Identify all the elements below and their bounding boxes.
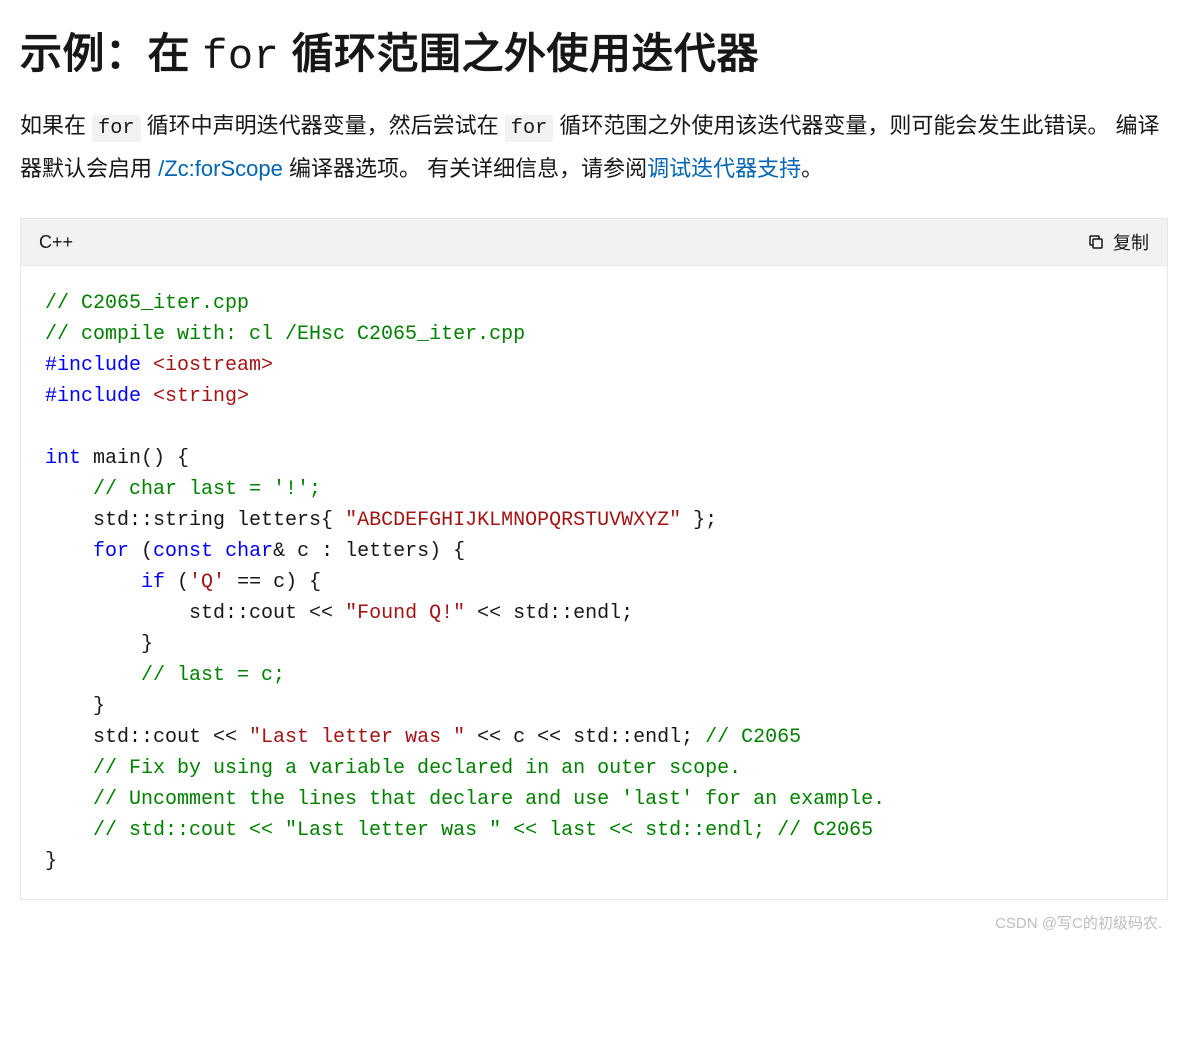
code-header: C++ 复制 (21, 219, 1167, 266)
link-debug-iterator-support[interactable]: 调试迭代器支持 (647, 156, 801, 181)
code-block: C++ 复制 // C2065_iter.cpp // compile with… (20, 218, 1168, 900)
title-prefix: 示例：在 (20, 30, 202, 77)
copy-icon (1087, 233, 1105, 251)
title-suffix: 循环范围之外使用迭代器 (279, 30, 759, 77)
watermark: CSDN @写C的初级码农. (20, 912, 1168, 933)
inline-code-for-2: for (505, 115, 553, 142)
inline-code-for-1: for (92, 115, 140, 142)
code-content: // C2065_iter.cpp // compile with: cl /E… (21, 266, 1167, 899)
title-code: for (202, 33, 279, 81)
description-paragraph: 如果在 for 循环中声明迭代器变量，然后尝试在 for 循环范围之外使用该迭代… (20, 105, 1168, 190)
code-language-label: C++ (39, 232, 73, 253)
page-title: 示例：在 for 循环范围之外使用迭代器 (20, 20, 1168, 81)
copy-button[interactable]: 复制 (1087, 229, 1149, 255)
copy-label: 复制 (1113, 229, 1149, 255)
link-zc-forscope[interactable]: /Zc:forScope (158, 156, 283, 181)
